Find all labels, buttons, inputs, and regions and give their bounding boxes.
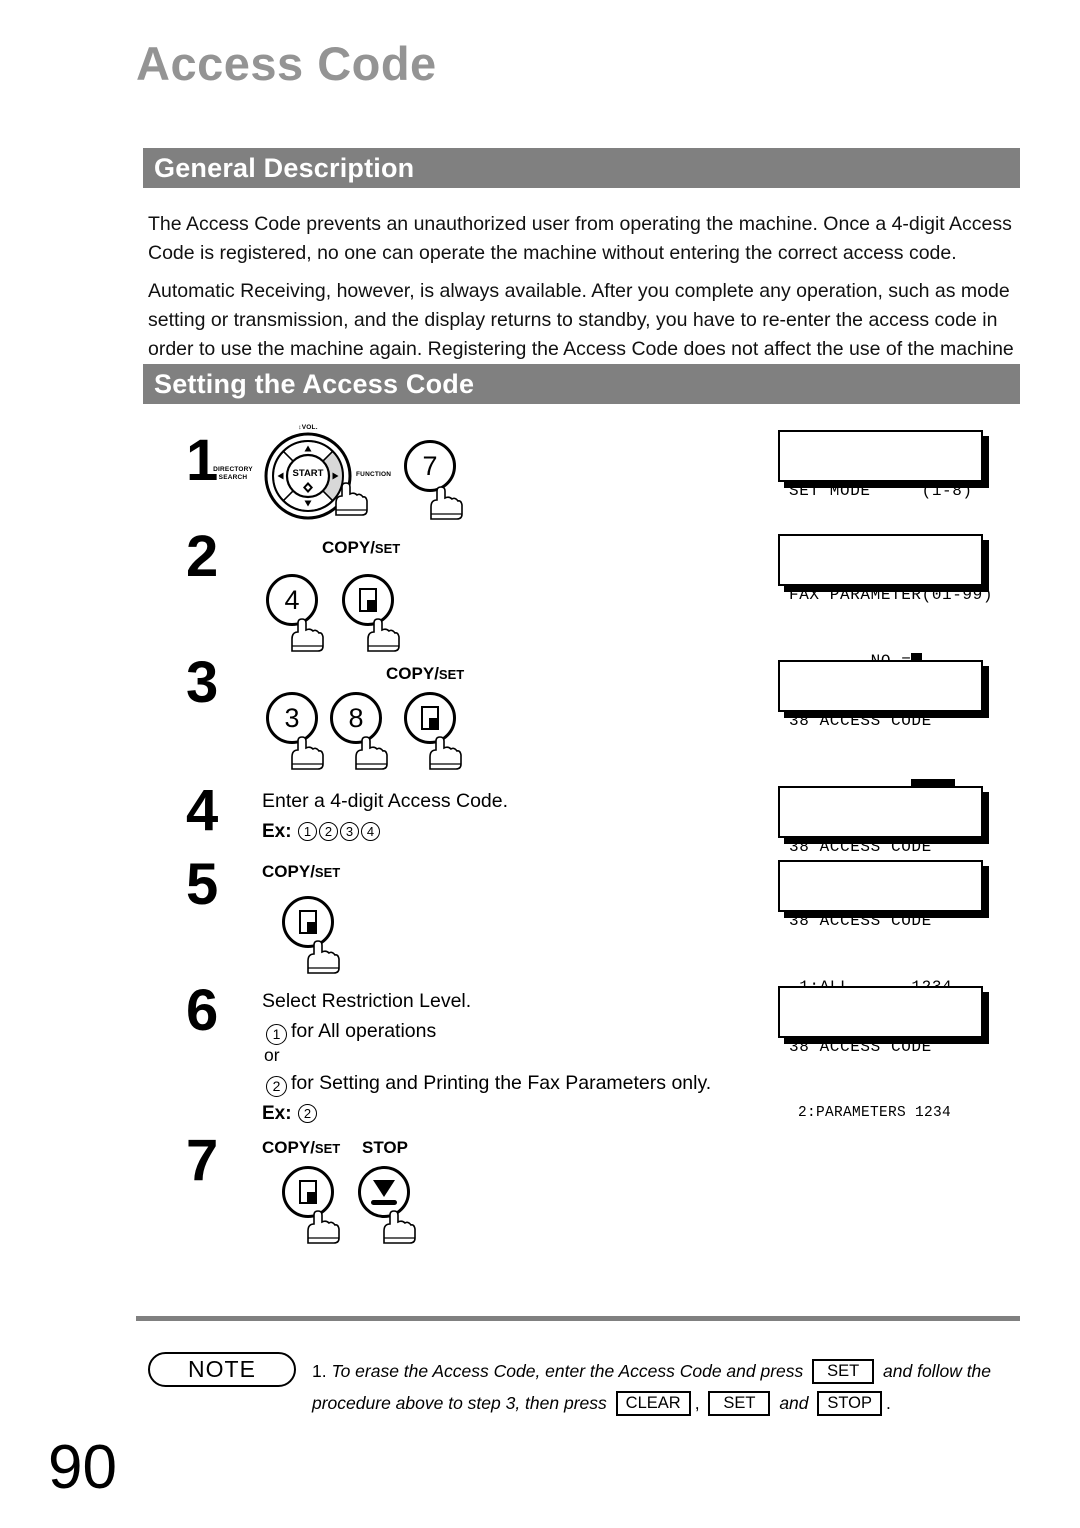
note-period: . <box>886 1393 891 1413</box>
example-label: Ex: <box>262 1103 292 1124</box>
pressing-hand-icon <box>430 486 463 520</box>
pressing-hand-icon <box>383 1210 416 1244</box>
step-6-option-1: 1 for All operations <box>266 1016 436 1046</box>
circled-digit-2: 2 <box>266 1076 287 1097</box>
lcd-display-restriction-parameters: 38 ACCESS CODE 2:PARAMETERS 1234 <box>778 986 983 1121</box>
pressing-hand-icon <box>307 940 340 974</box>
dial-function-label: FUNCTION <box>356 471 392 478</box>
section-header-label: Setting the Access Code <box>154 368 475 399</box>
step-number-6: 6 <box>186 978 219 1043</box>
page-number: 90 <box>48 1433 117 1502</box>
note-body: 1. To erase the Access Code, enter the A… <box>312 1355 1012 1419</box>
step-number-2: 2 <box>186 524 219 589</box>
lcd-display-access-code-1234: 38 ACCESS CODE 1234 <box>778 786 983 922</box>
lcd-line-1: SET MODE (1-8) <box>789 482 973 500</box>
note-text-part-2: and follow the <box>883 1361 992 1381</box>
section-header-label: General Description <box>154 152 415 183</box>
step-6-option-2: 2 for Setting and Printing the Fax Parame… <box>266 1068 711 1098</box>
banner-accent-bar <box>136 364 143 404</box>
lcd-display-fax-parameter: FAX PARAMETER(01-99) NO.= <box>778 534 992 670</box>
lcd-line-1: FAX PARAMETER(01-99) <box>789 586 994 604</box>
step-4-instruction: Enter a 4-digit Access Code. <box>262 790 509 812</box>
step-number-1: 1 <box>186 428 219 493</box>
note-key-clear: CLEAR <box>615 1391 691 1416</box>
pressing-hand-icon <box>307 1210 340 1244</box>
lcd-display-access-code-entry: 38 ACCESS CODE <box>778 660 983 793</box>
section-header-general-description: General Description <box>136 148 1020 188</box>
circled-digit-2: 2 <box>319 822 338 841</box>
note-text-part-1: To erase the Access Code, enter the Acce… <box>331 1361 804 1381</box>
stop-icon <box>371 1179 397 1205</box>
circled-digit-2: 2 <box>298 1104 317 1123</box>
lcd-line-1: 38 ACCESS CODE <box>789 712 932 730</box>
note-badge: NOTE <box>148 1352 296 1387</box>
key-caption-copy-set: COPY/SET <box>262 862 341 881</box>
dial-vol-label: ↕VOL. <box>298 424 318 431</box>
example-label: Ex: <box>262 821 292 842</box>
dial-start-label: START <box>292 468 324 479</box>
section-header-setting-access-code: Setting the Access Code <box>136 364 1020 404</box>
lcd-display-set-mode: SET MODE (1-8) ENTER NO. OR ∨ ∧ <box>778 430 983 566</box>
key-caption-copy-set: COPY/SET <box>386 664 465 683</box>
step-6-option-2-text: for Setting and Printing the Fax Paramet… <box>291 1072 712 1094</box>
pressing-hand-icon <box>291 618 324 652</box>
key-7-face: 7 <box>404 440 456 492</box>
pressing-hand-icon <box>355 736 388 770</box>
note-text-part-3: procedure above to step 3, then press <box>312 1393 607 1413</box>
note-key-stop: STOP <box>817 1391 883 1416</box>
lcd-display-restriction-all: 38 ACCESS CODE 1:ALL 1234 <box>778 860 983 996</box>
step-number-4: 4 <box>186 778 219 843</box>
step-number-7: 7 <box>186 1128 219 1193</box>
page-title: Access Code <box>136 37 437 90</box>
document-icon <box>299 1180 317 1204</box>
document-icon <box>421 706 439 730</box>
note-key-set-2: SET <box>708 1391 771 1416</box>
key-caption-copy-set: COPY/SET <box>322 538 401 557</box>
banner-accent-bar <box>136 148 143 188</box>
step-number-5: 5 <box>186 852 219 917</box>
step-6-instruction: Select Restriction Level. <box>262 990 472 1012</box>
pressing-hand-icon <box>367 618 400 652</box>
circled-digit-3: 3 <box>340 822 359 841</box>
pressing-hand-icon <box>291 736 324 770</box>
document-icon <box>299 910 317 934</box>
circled-digit-4: 4 <box>361 822 380 841</box>
step-6-or: or <box>264 1045 280 1065</box>
circled-digit-1: 1 <box>298 822 317 841</box>
lcd-line-2: 2:PARAMETERS 1234 <box>789 1105 952 1121</box>
key-caption-stop: STOP <box>362 1138 408 1157</box>
footer-divider <box>136 1316 1020 1321</box>
pressing-hand-icon <box>429 736 462 770</box>
lcd-line-1: 38 ACCESS CODE <box>789 838 932 856</box>
step-6-example: Ex: 2 <box>262 1098 318 1129</box>
note-text-part-4: and <box>779 1393 809 1413</box>
paragraph-access-code-intro: The Access Code prevents an unauthorized… <box>148 213 1012 264</box>
note-comma: , <box>694 1393 700 1413</box>
step-4-example: Ex: 1234 <box>262 816 381 847</box>
step-6-option-1-text: for All operations <box>291 1020 437 1042</box>
note-number: 1. <box>312 1361 327 1381</box>
key-7[interactable]: 7 <box>404 440 456 492</box>
lcd-line-1: 38 ACCESS CODE <box>789 1038 932 1056</box>
key-caption-copy-set: COPY/SET <box>262 1138 341 1157</box>
step-number-3: 3 <box>186 650 219 715</box>
lcd-line-1: 38 ACCESS CODE <box>789 912 932 930</box>
pressing-hand-icon <box>335 482 368 516</box>
dial-directory-search-label: DIRECTORY SEARCH <box>213 466 253 481</box>
document-icon <box>359 588 377 612</box>
note-key-set: SET <box>812 1359 875 1384</box>
